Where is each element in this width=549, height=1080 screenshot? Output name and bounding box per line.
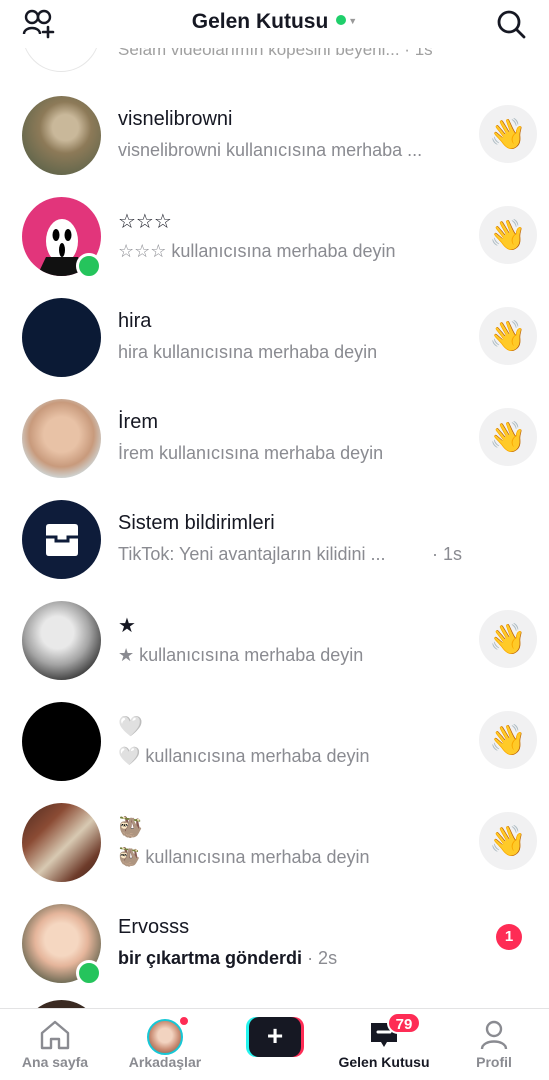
avatar[interactable] (22, 96, 101, 175)
message-preview: 🤍 kullanıcısına merhaba deyin (118, 746, 370, 766)
online-indicator (76, 960, 102, 986)
list-item[interactable]: İrem İrem kullanıcısına merhaba deyin 👋 (0, 381, 549, 482)
contact-name: 🤍 (118, 716, 143, 738)
wave-button[interactable]: 👋 (479, 408, 537, 466)
contact-name: ★ (118, 615, 136, 637)
timestamp: · 2s (307, 948, 338, 968)
wave-button[interactable]: 👋 (479, 711, 537, 769)
wave-button[interactable]: 👋 (479, 307, 537, 365)
wave-icon: 👋 (489, 218, 527, 252)
nav-label: Gelen Kutusu (338, 1054, 430, 1070)
page-title: Gelen Kutusu (191, 10, 329, 33)
contact-name: Sistem bildirimleri (118, 512, 275, 534)
message-preview: 🦥 kullanıcısına merhaba deyin (118, 847, 370, 867)
search-icon[interactable] (495, 8, 527, 40)
wave-icon: 👋 (489, 622, 527, 656)
online-indicator (76, 253, 102, 279)
chevron-down-icon: ▼ (348, 16, 358, 26)
wave-icon: 👋 (489, 117, 527, 151)
inbox-count-badge: 79 (387, 1012, 421, 1034)
list-item[interactable]: visnelibrowni visnelibrowni kullanıcısın… (0, 78, 549, 179)
contact-name: Ervosss (118, 916, 190, 938)
list-item[interactable]: ★ ★ kullanıcısına merhaba deyin 👋 (0, 583, 549, 684)
profile-icon (480, 1020, 508, 1050)
avatar[interactable] (22, 500, 101, 579)
list-item[interactable]: hira hira kullanıcısına merhaba deyin 👋 (0, 280, 549, 381)
unread-badge: 1 (496, 924, 522, 950)
message-text: bir çıkartma gönderdi (118, 948, 303, 968)
message-preview: visnelibrowni kullanıcısına merhaba ... (118, 140, 423, 160)
list-item[interactable]: Sistem bildirimleri TikTok: Yeni avantaj… (0, 482, 549, 583)
bottom-nav: Ana sayfa Arkadaşlar + Gelen Kutusu 79 P… (0, 1008, 549, 1080)
header: Gelen Kutusu ▼ (0, 0, 549, 48)
wave-button[interactable]: 👋 (479, 610, 537, 668)
page-title-dropdown[interactable]: Gelen Kutusu ▼ (0, 10, 549, 34)
status-dot (336, 15, 347, 25)
message-preview: ★ kullanıcısına merhaba deyin (118, 645, 364, 665)
plus-icon: + (249, 1017, 301, 1057)
wave-icon: 👋 (489, 420, 527, 454)
message-preview: ☆☆☆ kullanıcısına merhaba deyin (118, 241, 396, 261)
message-preview: İrem kullanıcısına merhaba deyin (118, 443, 384, 463)
avatar[interactable] (22, 601, 101, 680)
home-icon (40, 1020, 70, 1050)
wave-button[interactable]: 👋 (479, 206, 537, 264)
contact-name: visnelibrowni (118, 108, 233, 130)
avatar[interactable] (22, 803, 101, 882)
avatar[interactable] (22, 298, 101, 377)
list-item[interactable]: ☆☆☆ ☆☆☆ kullanıcısına merhaba deyin 👋 (0, 179, 549, 280)
contact-name: ☆☆☆ (118, 211, 172, 233)
list-item[interactable]: 🤍 🤍 kullanıcısına merhaba deyin 👋 (0, 684, 549, 785)
avatar[interactable] (22, 399, 101, 478)
conversation-list: visnelibrowni visnelibrowni kullanıcısın… (0, 78, 549, 987)
contact-name: 🦥 (118, 817, 143, 839)
timestamp: · 1s (432, 544, 463, 564)
wave-icon: 👋 (489, 824, 527, 858)
wave-icon: 👋 (489, 723, 527, 757)
friends-avatar-icon (147, 1019, 183, 1055)
message-preview: bir çıkartma gönderdi · 2s (118, 948, 337, 969)
nav-label: Profil (476, 1054, 512, 1070)
contact-name: İrem (118, 411, 158, 433)
contact-name: hira (118, 310, 152, 332)
wave-icon: 👋 (489, 319, 527, 353)
inbox-tray-icon (45, 523, 78, 556)
nav-home[interactable]: Ana sayfa (0, 1009, 110, 1080)
nav-profile[interactable]: Profil (439, 1009, 549, 1080)
avatar[interactable] (22, 702, 101, 781)
nav-inbox[interactable]: Gelen Kutusu (329, 1009, 439, 1080)
create-button[interactable]: + (246, 1017, 304, 1057)
message-preview: hira kullanıcısına merhaba deyin (118, 342, 378, 362)
list-item[interactable]: Ervosss bir çıkartma gönderdi · 2s 1 (0, 886, 549, 987)
wave-button[interactable]: 👋 (479, 105, 537, 163)
wave-button[interactable]: 👋 (479, 812, 537, 870)
nav-label: Ana sayfa (21, 1054, 89, 1070)
list-item[interactable]: 🦥 🦥 kullanıcısına merhaba deyin 👋 (0, 785, 549, 886)
notification-dot (178, 1015, 190, 1027)
nav-label: Arkadaşlar (128, 1054, 202, 1070)
nav-friends[interactable]: Arkadaşlar (110, 1009, 220, 1080)
message-preview: TikTok: Yeni avantajların kilidini ... (118, 544, 386, 564)
